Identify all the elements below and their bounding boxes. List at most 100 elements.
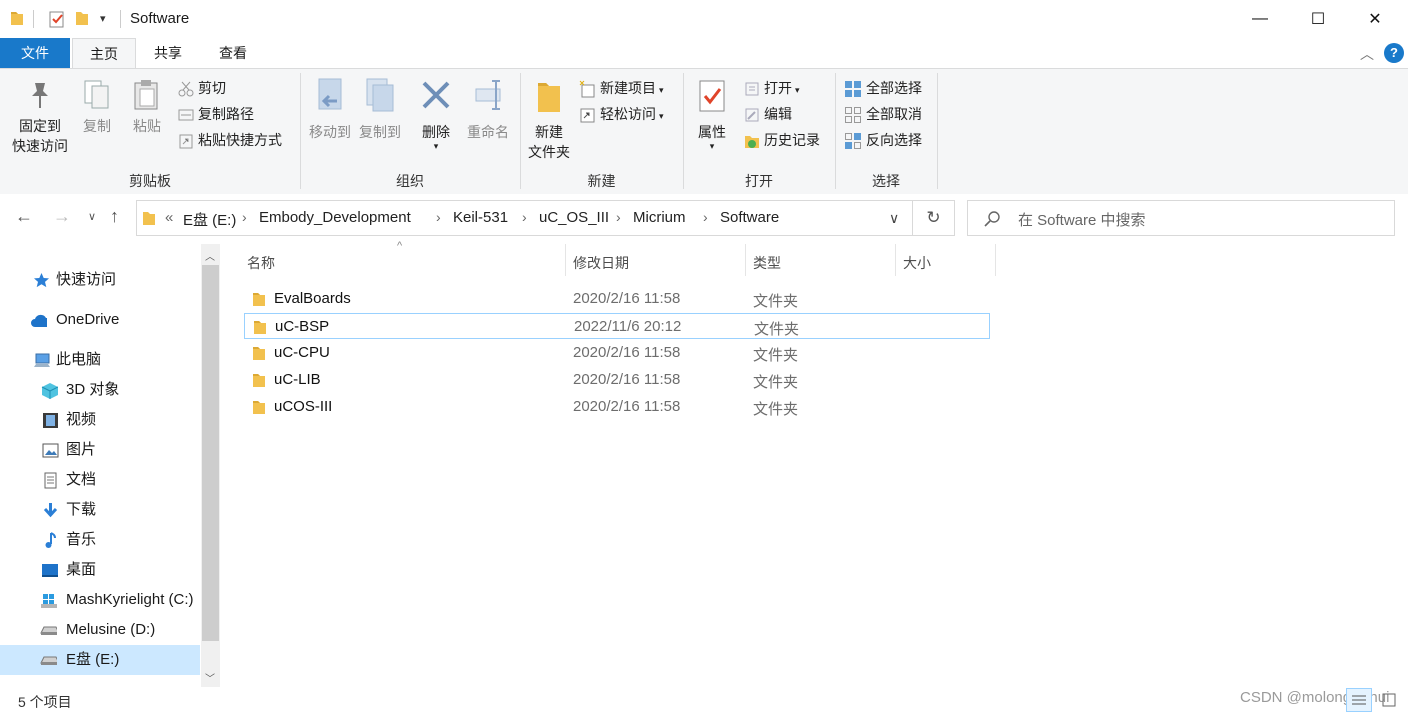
nav-item-this-pc[interactable]: 此电脑 (0, 345, 200, 375)
help-icon[interactable]: ? (1384, 43, 1404, 63)
breadcrumb-keil[interactable]: Keil-531 (453, 209, 508, 226)
copy-to-button[interactable]: 复制到 (356, 77, 404, 142)
breadcrumb-software[interactable]: Software (720, 209, 779, 226)
new-item-button[interactable]: 新建项目 ▾ (578, 76, 664, 100)
edit-button[interactable]: 编辑 (744, 102, 792, 126)
breadcrumb-chevron-icon[interactable]: › (242, 209, 247, 225)
file-row[interactable]: uCOS-III 2020/2/16 11:58 文件夹 (244, 394, 990, 420)
file-name: uC-CPU (274, 344, 330, 361)
organize-group-label: 组织 (396, 173, 424, 189)
paste-button[interactable]: 粘贴 (128, 77, 166, 136)
breadcrumb-chevron-icon[interactable]: › (703, 209, 708, 225)
qa-customize-chevron-icon[interactable]: ▾ (100, 12, 106, 25)
nav-label: 音乐 (66, 531, 97, 548)
easy-access-button[interactable]: 轻松访问 ▾ (578, 102, 664, 126)
tab-share[interactable]: 共享 (140, 38, 196, 68)
breadcrumb-chevron-icon[interactable]: › (616, 209, 621, 225)
copy-button[interactable]: 复制 (78, 77, 116, 136)
scroll-up-icon[interactable]: ︿ (205, 248, 215, 263)
copy-path-icon (178, 109, 194, 121)
column-header-name[interactable]: 名称 (247, 253, 275, 273)
nav-item-pictures[interactable]: 图片 (0, 435, 200, 465)
music-icon (45, 532, 56, 548)
select-none-button[interactable]: 全部取消 (844, 102, 922, 126)
maximize-button[interactable]: ☐ (1295, 0, 1341, 38)
nav-item-documents[interactable]: 文档 (0, 465, 200, 495)
breadcrumb-overflow[interactable]: « (165, 209, 173, 226)
column-header-size[interactable]: 大小 (903, 253, 931, 273)
folder-icon (254, 321, 266, 334)
file-row[interactable]: uC-CPU 2020/2/16 11:58 文件夹 (244, 340, 990, 366)
close-button[interactable]: ✕ (1352, 0, 1398, 38)
column-divider[interactable] (895, 244, 896, 276)
scroll-down-icon[interactable]: ﹀ (205, 670, 215, 685)
move-to-button[interactable]: 移动到 (306, 77, 354, 142)
large-icons-view-button[interactable] (1376, 688, 1402, 712)
folder-icon (253, 401, 265, 414)
pin-quick-access-button[interactable]: 固定到 快速访问 (6, 77, 74, 156)
file-row[interactable]: uC-BSP 2022/11/6 20:12 文件夹 (244, 313, 990, 339)
select-all-button[interactable]: 全部选择 (844, 76, 922, 100)
nav-item-onedrive[interactable]: OneDrive (0, 305, 200, 335)
nav-item-drive-d[interactable]: Melusine (D:) (0, 615, 200, 645)
new-folder-quick-icon[interactable] (75, 10, 89, 26)
properties-quick-icon[interactable] (48, 10, 66, 28)
nav-item-videos[interactable]: 视频 (0, 405, 200, 435)
nav-item-drive-c[interactable]: MashKyrielight (C:) (0, 585, 200, 615)
history-button[interactable]: 历史记录 (744, 128, 820, 152)
scrollbar-thumb[interactable] (202, 265, 219, 641)
minimize-button[interactable]: — (1237, 0, 1283, 38)
recent-locations-chevron-icon[interactable]: ∨ (88, 210, 96, 223)
title-bar: ▾ Software — ☐ ✕ (0, 0, 1408, 38)
rename-button[interactable]: 重命名 (464, 77, 512, 142)
open-button[interactable]: 打开 ▾ (744, 76, 800, 100)
document-icon (44, 472, 57, 489)
file-date: 2020/2/16 11:58 (573, 344, 681, 361)
nav-item-downloads[interactable]: 下载 (0, 495, 200, 525)
address-history-chevron-icon[interactable]: ∨ (889, 210, 899, 227)
breadcrumb-ucos[interactable]: uC_OS_III (539, 209, 609, 226)
column-header-date[interactable]: 修改日期 (573, 253, 629, 273)
file-row[interactable]: EvalBoards 2020/2/16 11:58 文件夹 (244, 286, 990, 312)
file-type: 文件夹 (753, 293, 799, 310)
address-bar[interactable]: « E盘 (E:) › Embody_Development › Keil-53… (136, 200, 913, 236)
up-arrow-icon[interactable]: ↑ (110, 206, 119, 227)
refresh-button[interactable]: ↻ (913, 200, 955, 236)
delete-dropdown-icon[interactable]: ▾ (416, 142, 456, 151)
new-folder-button[interactable]: 新建 文件夹 (524, 77, 574, 162)
collapse-ribbon-icon[interactable]: ︿ (1360, 44, 1374, 64)
properties-button[interactable]: 属性 ▾ (692, 77, 732, 151)
nav-item-3d-objects[interactable]: 3D 对象 (0, 375, 200, 405)
breadcrumb-chevron-icon[interactable]: › (522, 209, 527, 225)
column-divider[interactable] (995, 244, 996, 276)
column-divider[interactable] (565, 244, 566, 276)
invert-selection-button[interactable]: 反向选择 (844, 128, 922, 152)
column-divider[interactable] (745, 244, 746, 276)
nav-item-desktop[interactable]: 桌面 (0, 555, 200, 585)
breadcrumb-embody[interactable]: Embody_Development (259, 209, 411, 226)
delete-button[interactable]: 删除 ▾ (416, 77, 456, 151)
paste-shortcut-button[interactable]: 粘贴快捷方式 (178, 128, 282, 152)
back-arrow-icon[interactable]: ← (15, 206, 33, 227)
picture-icon (42, 443, 59, 458)
copy-path-button[interactable]: 复制路径 (178, 102, 254, 126)
breadcrumb-drive[interactable]: E盘 (E:) (183, 209, 236, 230)
details-view-icon (1352, 695, 1366, 705)
tab-view[interactable]: 查看 (204, 38, 262, 68)
breadcrumb-micrium[interactable]: Micrium (633, 209, 686, 226)
properties-dropdown-icon[interactable]: ▾ (692, 142, 732, 151)
ribbon: 固定到 快速访问 复制 粘贴 剪切 复制路径 粘贴快捷方式 剪贴板 移动到 复制… (0, 68, 1408, 195)
tab-home[interactable]: 主页 (72, 38, 136, 69)
nav-item-drive-e[interactable]: E盘 (E:) (0, 645, 200, 675)
details-view-button[interactable] (1346, 688, 1372, 712)
cut-button[interactable]: 剪切 (178, 76, 226, 100)
file-row[interactable]: uC-LIB 2020/2/16 11:58 文件夹 (244, 367, 990, 393)
nav-item-quick-access[interactable]: 快速访问 (0, 265, 200, 295)
tab-file[interactable]: 文件 (0, 38, 70, 68)
nav-item-music[interactable]: 音乐 (0, 525, 200, 555)
breadcrumb-chevron-icon[interactable]: › (436, 209, 441, 225)
search-placeholder: 在 Software 中搜索 (1018, 212, 1146, 229)
search-box[interactable]: 在 Software 中搜索 (967, 200, 1395, 236)
column-header-type[interactable]: 类型 (753, 253, 781, 273)
forward-arrow-icon[interactable]: → (53, 206, 71, 227)
